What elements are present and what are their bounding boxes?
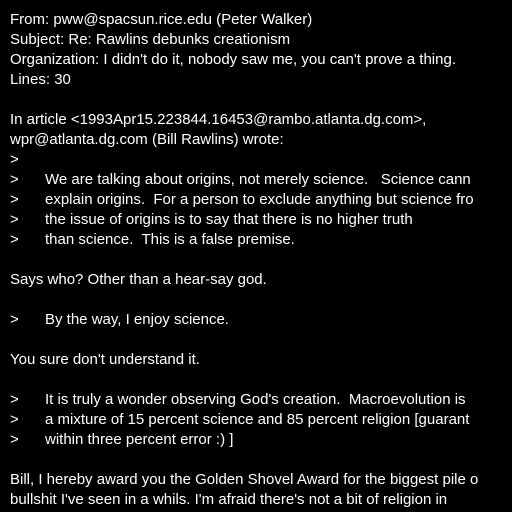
quote-text: a mixture of 15 percent science and 85 p…: [45, 411, 470, 428]
quote-line: > than science. This is a false premise.: [10, 230, 512, 250]
quote-text: within three percent error :) ]: [45, 431, 234, 448]
attribution-line: In article <1993Apr15.223844.16453@rambo…: [10, 111, 427, 128]
quote-marker: >: [10, 191, 19, 208]
quote-line: > By the way, I enjoy science.: [10, 310, 512, 330]
quote-text: We are talking about origins, not merely…: [45, 171, 471, 188]
quote-line: > the issue of origins is to say that the…: [10, 210, 512, 230]
reply-line: You sure don't understand it.: [10, 351, 200, 368]
reply-line: Bill, I hereby award you the Golden Shov…: [10, 471, 479, 488]
quote-marker: >: [10, 211, 19, 228]
quote-line: >: [10, 150, 512, 170]
lines-count-line: Lines: 30: [10, 71, 71, 88]
quote-line: > We are talking about origins, not merel…: [10, 170, 512, 190]
subject-line: Subject: Re: Rawlins debunks creationism: [10, 31, 291, 48]
quote-marker: >: [10, 171, 19, 188]
quote-text: explain origins. For a person to exclude…: [45, 191, 474, 208]
organization-line: Organization: I didn't do it, nobody saw…: [10, 51, 456, 68]
attribution-line: wpr@atlanta.dg.com (Bill Rawlins) wrote:: [10, 131, 284, 148]
quote-marker: >: [10, 231, 19, 248]
reply-line: Says who? Other than a hear-say god.: [10, 271, 267, 288]
quote-text: than science. This is a false premise.: [45, 231, 295, 248]
message-view: From: pww@spacsun.rice.edu (Peter Walker…: [0, 0, 512, 512]
quote-line: > explain origins. For a person to exclud…: [10, 190, 512, 210]
quote-line: > It is truly a wonder observing God's cr…: [10, 390, 512, 410]
quote-marker: >: [10, 431, 19, 448]
quote-marker: >: [10, 311, 19, 328]
quote-marker: >: [10, 411, 19, 428]
message-text: From: pww@spacsun.rice.edu (Peter Walker…: [10, 10, 512, 510]
quote-line: > within three percent error :) ]: [10, 430, 512, 450]
from-line: From: pww@spacsun.rice.edu (Peter Walker…: [10, 11, 313, 28]
reply-line: bullshit I've seen in a whils. I'm afrai…: [10, 491, 448, 508]
quote-marker: >: [10, 391, 19, 408]
quote-text: the issue of origins is to say that ther…: [45, 211, 413, 228]
quote-line: > a mixture of 15 percent science and 85 …: [10, 410, 512, 430]
quote-marker: >: [10, 151, 19, 168]
quote-text: It is truly a wonder observing God's cre…: [45, 391, 466, 408]
quote-text: By the way, I enjoy science.: [45, 311, 229, 328]
